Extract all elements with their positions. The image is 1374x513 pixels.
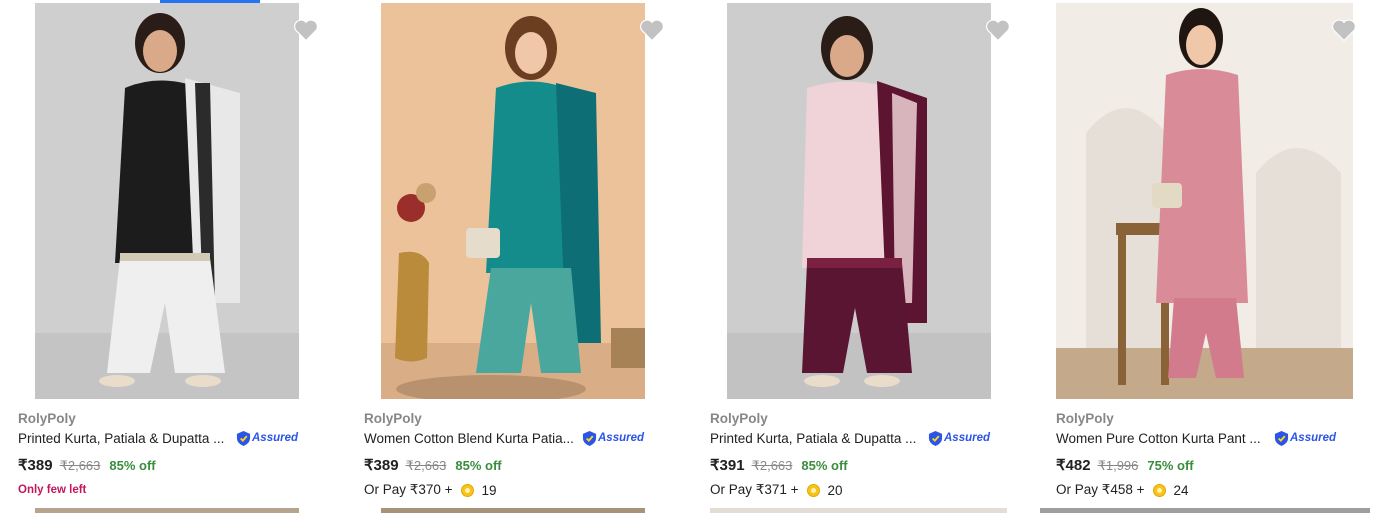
product-brand: RolyPoly xyxy=(18,411,76,426)
pay-amount: Or Pay ₹371 + xyxy=(710,482,799,497)
assured-badge: Assured xyxy=(582,429,644,447)
product-brand: RolyPoly xyxy=(364,411,422,426)
coin-count: 19 xyxy=(481,482,497,498)
heart-icon[interactable] xyxy=(638,16,666,44)
coin-count: 20 xyxy=(827,482,843,498)
product-title[interactable]: Printed Kurta, Patiala & Dupatta ... xyxy=(18,431,233,446)
coin-count: 24 xyxy=(1173,482,1189,498)
original-price: ₹2,663 xyxy=(405,458,447,473)
supercoin-offer: Or Pay ₹458 + 24 xyxy=(1056,482,1189,498)
assured-label: Assured xyxy=(252,432,299,444)
discount-percent: 85% off xyxy=(455,458,502,473)
assured-badge: Assured xyxy=(1274,429,1336,447)
product-image[interactable] xyxy=(1056,3,1353,399)
original-price: ₹1,996 xyxy=(1097,458,1139,473)
product-photo xyxy=(727,3,991,399)
discount-percent: 75% off xyxy=(1147,458,1194,473)
selling-price: ₹391 xyxy=(710,457,745,474)
product-title[interactable]: Women Cotton Blend Kurta Patia... xyxy=(364,431,579,446)
discount-percent: 85% off xyxy=(109,458,156,473)
product-grid: RolyPoly Printed Kurta, Patiala & Dupatt… xyxy=(0,0,1374,513)
product-brand: RolyPoly xyxy=(710,411,768,426)
heart-icon[interactable] xyxy=(984,16,1012,44)
product-card[interactable]: RolyPoly Women Pure Cotton Kurta Pant ..… xyxy=(1038,0,1374,513)
next-row-image-edge xyxy=(710,508,1007,513)
discount-percent: 85% off xyxy=(801,458,848,473)
product-title[interactable]: Printed Kurta, Patiala & Dupatta ... xyxy=(710,431,925,446)
assured-label: Assured xyxy=(944,432,991,444)
product-photo xyxy=(1056,3,1353,399)
assured-label: Assured xyxy=(598,432,645,444)
selling-price: ₹389 xyxy=(364,457,399,474)
pay-amount: Or Pay ₹458 + xyxy=(1056,482,1145,497)
next-row-image-edge xyxy=(35,508,299,513)
pay-amount: Or Pay ₹370 + xyxy=(364,482,453,497)
shield-check-icon xyxy=(928,430,943,446)
stock-status: Only few left xyxy=(18,484,87,496)
product-card[interactable]: RolyPoly Women Cotton Blend Kurta Patia.… xyxy=(346,0,692,513)
supercoin-offer: Or Pay ₹371 + 20 xyxy=(710,482,843,498)
price-row: ₹389 ₹2,663 85% off xyxy=(18,456,156,474)
product-image[interactable] xyxy=(727,3,991,399)
price-row: ₹389 ₹2,663 85% off xyxy=(364,456,502,474)
shield-check-icon xyxy=(1274,430,1289,446)
selling-price: ₹389 xyxy=(18,457,53,474)
shield-check-icon xyxy=(236,430,251,446)
shield-check-icon xyxy=(582,430,597,446)
next-row-image-edge xyxy=(381,508,645,513)
assured-badge: Assured xyxy=(928,429,990,447)
product-brand: RolyPoly xyxy=(1056,411,1114,426)
supercoin-icon xyxy=(806,483,820,497)
product-title[interactable]: Women Pure Cotton Kurta Pant ... xyxy=(1056,431,1271,446)
original-price: ₹2,663 xyxy=(59,458,101,473)
product-image[interactable] xyxy=(35,3,299,399)
assured-label: Assured xyxy=(1290,432,1337,444)
product-image[interactable] xyxy=(381,3,645,399)
supercoin-offer: Or Pay ₹370 + 19 xyxy=(364,482,497,498)
assured-badge: Assured xyxy=(236,429,298,447)
supercoin-icon xyxy=(460,483,474,497)
price-row: ₹391 ₹2,663 85% off xyxy=(710,456,848,474)
product-photo xyxy=(35,3,299,399)
product-photo xyxy=(381,3,645,399)
product-card[interactable]: RolyPoly Printed Kurta, Patiala & Dupatt… xyxy=(0,0,346,513)
original-price: ₹2,663 xyxy=(751,458,793,473)
next-row-image-edge xyxy=(1040,508,1370,513)
heart-icon[interactable] xyxy=(1330,16,1358,44)
product-card[interactable]: RolyPoly Printed Kurta, Patiala & Dupatt… xyxy=(692,0,1038,513)
selling-price: ₹482 xyxy=(1056,457,1091,474)
price-row: ₹482 ₹1,996 75% off xyxy=(1056,456,1194,474)
supercoin-icon xyxy=(1152,483,1166,497)
heart-icon[interactable] xyxy=(292,16,320,44)
